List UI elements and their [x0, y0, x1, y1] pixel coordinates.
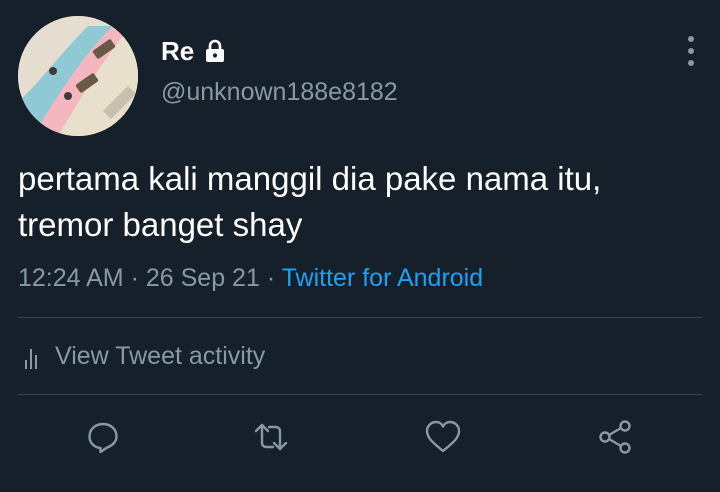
- tweet-meta: 12:24 AM · 26 Sep 21 · Twitter for Andro…: [18, 262, 483, 294]
- view-tweet-activity-button[interactable]: View Tweet activity: [25, 340, 265, 372]
- more-options-icon[interactable]: [684, 36, 698, 66]
- tweet-date: 26 Sep 21: [145, 264, 260, 292]
- tweet-detail: Re @unknown188e8182 pertama kali manggil…: [0, 0, 720, 492]
- avatar[interactable]: [18, 16, 138, 136]
- tweet-actions-bar: [0, 414, 720, 460]
- tweet-text: pertama kali manggil dia pake nama itu, …: [18, 156, 698, 248]
- avatar-image: [18, 16, 138, 136]
- meta-separator: ·: [130, 264, 139, 292]
- more-dot: [688, 48, 694, 54]
- display-name[interactable]: Re: [161, 36, 194, 66]
- user-handle[interactable]: @unknown188e8182: [161, 77, 398, 107]
- bar-chart-icon: [25, 343, 45, 369]
- lock-icon: [202, 38, 228, 64]
- more-dot: [688, 60, 694, 66]
- divider: [18, 394, 702, 395]
- more-dot: [688, 36, 694, 42]
- tweet-text-line: tremor banget shay: [18, 206, 303, 243]
- like-icon[interactable]: [420, 414, 466, 460]
- meta-separator: ·: [266, 264, 276, 292]
- tweet-text-line: pertama kali manggil dia pake nama itu,: [18, 160, 602, 197]
- tweet-source-link[interactable]: Twitter for Android: [282, 264, 483, 292]
- author-name-row[interactable]: Re: [161, 36, 228, 66]
- share-icon[interactable]: [592, 414, 638, 460]
- view-tweet-activity-label[interactable]: View Tweet activity: [55, 340, 265, 372]
- tweet-time: 12:24 AM: [18, 264, 124, 292]
- reply-icon[interactable]: [80, 414, 126, 460]
- retweet-icon[interactable]: [248, 414, 294, 460]
- divider: [18, 317, 702, 318]
